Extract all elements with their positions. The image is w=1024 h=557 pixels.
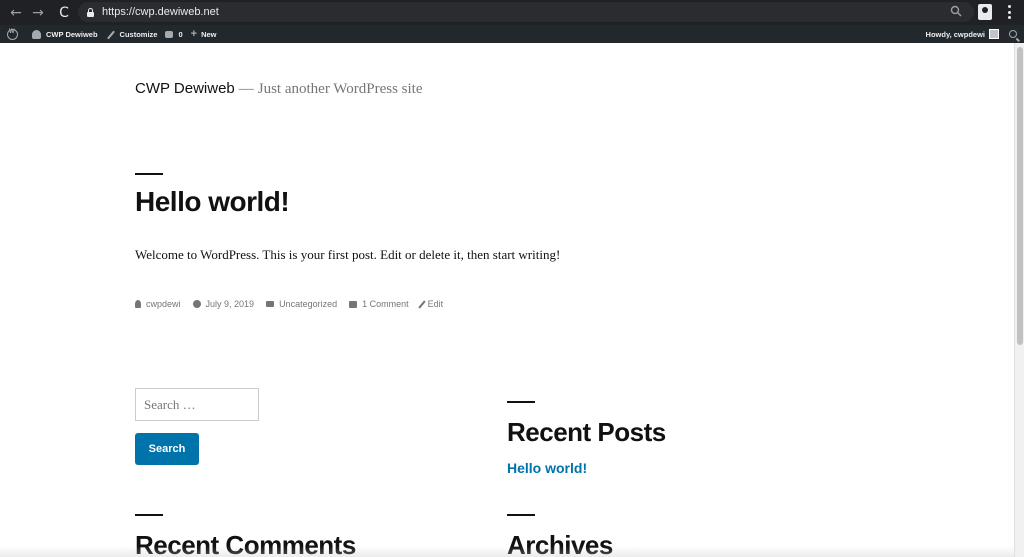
pencil-icon [417, 299, 426, 309]
recent-post-link[interactable]: Hello world! [507, 460, 587, 476]
paintbrush-icon [106, 30, 115, 39]
admin-bar-account[interactable]: Howdy, cwpdewi [922, 25, 1009, 43]
post-date[interactable]: July 9, 2019 [192, 299, 255, 309]
search-input[interactable] [135, 388, 259, 421]
browser-toolbar: ← → C https://cwp.dewiweb.net [0, 0, 1024, 25]
lock-icon [86, 7, 95, 17]
wordpress-logo-icon [7, 28, 18, 40]
admin-bar-site-name[interactable]: CWP Dewiweb [28, 25, 102, 43]
post-category[interactable]: Uncategorized [266, 299, 337, 309]
wp-logo-menu[interactable] [0, 25, 28, 43]
admin-bar-comments[interactable]: 0 [161, 25, 186, 43]
address-bar[interactable]: https://cwp.dewiweb.net [78, 2, 974, 22]
site-description: Just another WordPress site [257, 81, 423, 97]
archives-divider [507, 514, 535, 516]
person-icon [135, 300, 141, 308]
bottom-shadow [0, 546, 1014, 557]
wp-admin-bar: CWP Dewiweb Customize 0 + New Howdy, cwp… [0, 25, 1024, 43]
comments-count: 0 [178, 29, 183, 39]
site-title[interactable]: CWP Dewiweb [135, 80, 235, 97]
post-comments-link[interactable]: 1 Comment [349, 299, 409, 309]
howdy-label: Howdy, cwpdewi [925, 29, 985, 39]
plus-icon: + [190, 28, 198, 40]
recent-comments-divider [135, 514, 163, 516]
post-divider [135, 173, 163, 175]
recent-posts-title: Recent Posts [507, 417, 666, 447]
post-author[interactable]: cwpdewi [135, 299, 181, 309]
forward-button[interactable]: → [27, 2, 49, 24]
site-title-separator: — [238, 81, 254, 97]
customize-label: Customize [119, 29, 158, 39]
post-author-name: cwpdewi [146, 299, 181, 309]
post-category-text: Uncategorized [279, 299, 338, 309]
url-text: https://cwp.dewiweb.net [102, 6, 219, 18]
folder-icon [266, 301, 275, 307]
post-edit-text: Edit [427, 299, 444, 309]
comment-bubble-icon [165, 30, 174, 38]
site-name-label: CWP Dewiweb [46, 29, 98, 39]
page-scrollbar[interactable] [1014, 43, 1024, 557]
arrow-left-icon: ← [10, 4, 22, 21]
avatar [989, 29, 999, 39]
reload-icon: C [59, 4, 69, 21]
browser-menu-icon[interactable] [1004, 5, 1014, 19]
admin-bar-customize[interactable]: Customize [102, 25, 162, 43]
post-meta: cwpdewi July 9, 2019 Uncategorized 1 Com… [135, 299, 455, 309]
post-content: Welcome to WordPress. This is your first… [135, 247, 561, 262]
search-icon[interactable] [1009, 30, 1017, 38]
reload-button[interactable]: C [53, 2, 75, 24]
post-edit-link[interactable]: Edit [417, 299, 444, 309]
search-button[interactable]: Search [135, 433, 199, 465]
new-label: New [201, 29, 217, 39]
site-branding: CWP Dewiweb — Just another WordPress site [135, 80, 423, 98]
arrow-right-icon: → [32, 4, 44, 21]
post-title[interactable]: Hello world! [135, 186, 290, 218]
clock-icon [192, 300, 201, 308]
profile-icon[interactable] [978, 4, 992, 20]
dashboard-icon [32, 29, 41, 39]
back-button[interactable]: ← [5, 2, 27, 24]
zoom-icon[interactable] [950, 5, 962, 17]
admin-bar-new[interactable]: + New [187, 25, 221, 43]
comment-icon [349, 300, 358, 308]
post-comments-text: 1 Comment [362, 299, 409, 309]
recent-posts-divider [507, 401, 535, 403]
post-date-text: July 9, 2019 [205, 299, 255, 309]
scrollbar-thumb[interactable] [1017, 47, 1023, 345]
